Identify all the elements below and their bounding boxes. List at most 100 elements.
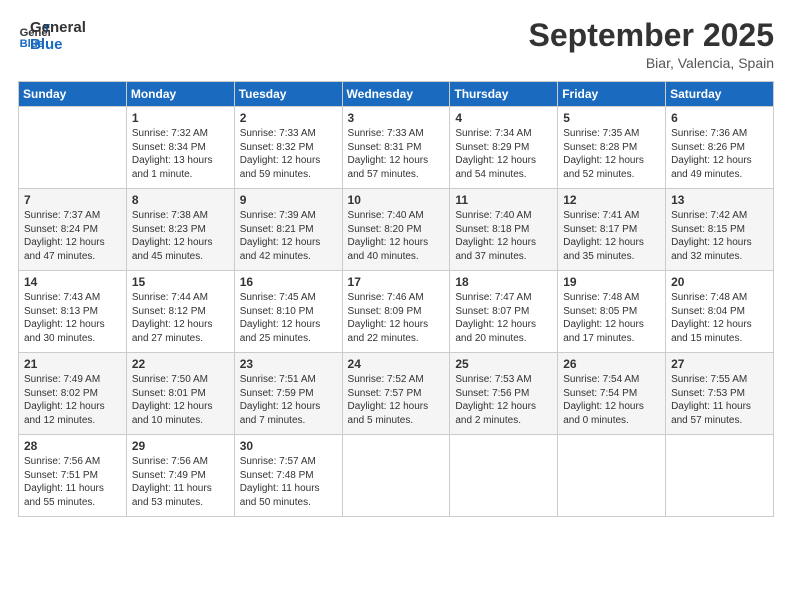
calendar-cell: 28 Sunrise: 7:56 AM Sunset: 7:51 PM Dayli… — [19, 435, 127, 517]
day-number: 10 — [348, 193, 445, 207]
logo-general: General — [30, 20, 86, 37]
calendar-cell — [450, 435, 558, 517]
day-number: 7 — [24, 193, 121, 207]
calendar-cell — [342, 435, 450, 517]
day-number: 30 — [240, 439, 337, 453]
day-number: 24 — [348, 357, 445, 371]
calendar-cell: 11 Sunrise: 7:40 AM Sunset: 8:18 PM Dayli… — [450, 189, 558, 271]
col-header-saturday: Saturday — [666, 82, 774, 107]
day-info: Sunrise: 7:56 AM Sunset: 7:49 PM Dayligh… — [132, 455, 229, 509]
calendar-cell: 5 Sunrise: 7:35 AM Sunset: 8:28 PM Daylig… — [558, 107, 666, 189]
title-block: September 2025 Biar, Valencia, Spain — [529, 18, 774, 71]
day-number: 21 — [24, 357, 121, 371]
day-number: 25 — [455, 357, 552, 371]
day-number: 22 — [132, 357, 229, 371]
day-number: 3 — [348, 111, 445, 125]
calendar-cell: 30 Sunrise: 7:57 AM Sunset: 7:48 PM Dayli… — [234, 435, 342, 517]
calendar-cell — [666, 435, 774, 517]
col-header-thursday: Thursday — [450, 82, 558, 107]
day-info: Sunrise: 7:36 AM Sunset: 8:26 PM Dayligh… — [671, 127, 768, 181]
day-number: 11 — [455, 193, 552, 207]
day-number: 19 — [563, 275, 660, 289]
calendar-cell: 2 Sunrise: 7:33 AM Sunset: 8:32 PM Daylig… — [234, 107, 342, 189]
day-info: Sunrise: 7:38 AM Sunset: 8:23 PM Dayligh… — [132, 209, 229, 263]
calendar-cell — [558, 435, 666, 517]
day-number: 15 — [132, 275, 229, 289]
day-number: 18 — [455, 275, 552, 289]
day-number: 4 — [455, 111, 552, 125]
day-number: 16 — [240, 275, 337, 289]
col-header-sunday: Sunday — [19, 82, 127, 107]
month-title: September 2025 — [529, 18, 774, 53]
day-info: Sunrise: 7:35 AM Sunset: 8:28 PM Dayligh… — [563, 127, 660, 181]
calendar-table: SundayMondayTuesdayWednesdayThursdayFrid… — [18, 81, 774, 517]
day-info: Sunrise: 7:40 AM Sunset: 8:20 PM Dayligh… — [348, 209, 445, 263]
calendar-cell: 4 Sunrise: 7:34 AM Sunset: 8:29 PM Daylig… — [450, 107, 558, 189]
day-info: Sunrise: 7:33 AM Sunset: 8:32 PM Dayligh… — [240, 127, 337, 181]
calendar-cell: 13 Sunrise: 7:42 AM Sunset: 8:15 PM Dayli… — [666, 189, 774, 271]
day-info: Sunrise: 7:48 AM Sunset: 8:04 PM Dayligh… — [671, 291, 768, 345]
day-number: 5 — [563, 111, 660, 125]
calendar-header-row: SundayMondayTuesdayWednesdayThursdayFrid… — [19, 82, 774, 107]
day-info: Sunrise: 7:54 AM Sunset: 7:54 PM Dayligh… — [563, 373, 660, 427]
day-number: 17 — [348, 275, 445, 289]
calendar-cell: 14Sunrise: 7:43 AM Sunset: 8:13 PM Dayli… — [19, 271, 127, 353]
calendar-week-2: 14Sunrise: 7:43 AM Sunset: 8:13 PM Dayli… — [19, 271, 774, 353]
day-info: Sunrise: 7:45 AM Sunset: 8:10 PM Dayligh… — [240, 291, 337, 345]
day-info: Sunrise: 7:50 AM Sunset: 8:01 PM Dayligh… — [132, 373, 229, 427]
calendar-cell: 7 Sunrise: 7:37 AM Sunset: 8:24 PM Daylig… — [19, 189, 127, 271]
col-header-monday: Monday — [126, 82, 234, 107]
day-number: 8 — [132, 193, 229, 207]
day-number: 29 — [132, 439, 229, 453]
day-info: Sunrise: 7:56 AM Sunset: 7:51 PM Dayligh… — [24, 455, 121, 509]
page-header: General Blue General Blue September 2025… — [18, 18, 774, 71]
day-number: 27 — [671, 357, 768, 371]
calendar-cell: 12 Sunrise: 7:41 AM Sunset: 8:17 PM Dayli… — [558, 189, 666, 271]
calendar-cell: 21Sunrise: 7:49 AM Sunset: 8:02 PM Dayli… — [19, 353, 127, 435]
calendar-cell: 23 Sunrise: 7:51 AM Sunset: 7:59 PM Dayli… — [234, 353, 342, 435]
calendar-cell: 15 Sunrise: 7:44 AM Sunset: 8:12 PM Dayli… — [126, 271, 234, 353]
day-number: 2 — [240, 111, 337, 125]
calendar-cell: 22 Sunrise: 7:50 AM Sunset: 8:01 PM Dayli… — [126, 353, 234, 435]
day-number: 6 — [671, 111, 768, 125]
day-number: 26 — [563, 357, 660, 371]
calendar-cell: 9Sunrise: 7:39 AM Sunset: 8:21 PM Daylig… — [234, 189, 342, 271]
day-info: Sunrise: 7:47 AM Sunset: 8:07 PM Dayligh… — [455, 291, 552, 345]
col-header-friday: Friday — [558, 82, 666, 107]
day-number: 13 — [671, 193, 768, 207]
calendar-cell: 8 Sunrise: 7:38 AM Sunset: 8:23 PM Daylig… — [126, 189, 234, 271]
calendar-week-4: 28 Sunrise: 7:56 AM Sunset: 7:51 PM Dayli… — [19, 435, 774, 517]
day-number: 14 — [24, 275, 121, 289]
day-info: Sunrise: 7:48 AM Sunset: 8:05 PM Dayligh… — [563, 291, 660, 345]
calendar-cell: 16 Sunrise: 7:45 AM Sunset: 8:10 PM Dayli… — [234, 271, 342, 353]
calendar-cell: 24 Sunrise: 7:52 AM Sunset: 7:57 PM Dayli… — [342, 353, 450, 435]
col-header-tuesday: Tuesday — [234, 82, 342, 107]
calendar-cell: 27Sunrise: 7:55 AM Sunset: 7:53 PM Dayli… — [666, 353, 774, 435]
day-info: Sunrise: 7:52 AM Sunset: 7:57 PM Dayligh… — [348, 373, 445, 427]
day-info: Sunrise: 7:40 AM Sunset: 8:18 PM Dayligh… — [455, 209, 552, 263]
day-info: Sunrise: 7:34 AM Sunset: 8:29 PM Dayligh… — [455, 127, 552, 181]
calendar-cell: 26 Sunrise: 7:54 AM Sunset: 7:54 PM Dayli… — [558, 353, 666, 435]
day-info: Sunrise: 7:37 AM Sunset: 8:24 PM Dayligh… — [24, 209, 121, 263]
day-number: 12 — [563, 193, 660, 207]
day-info: Sunrise: 7:57 AM Sunset: 7:48 PM Dayligh… — [240, 455, 337, 509]
day-info: Sunrise: 7:44 AM Sunset: 8:12 PM Dayligh… — [132, 291, 229, 345]
calendar-cell: 18 Sunrise: 7:47 AM Sunset: 8:07 PM Dayli… — [450, 271, 558, 353]
calendar-week-3: 21Sunrise: 7:49 AM Sunset: 8:02 PM Dayli… — [19, 353, 774, 435]
day-info: Sunrise: 7:46 AM Sunset: 8:09 PM Dayligh… — [348, 291, 445, 345]
day-number: 28 — [24, 439, 121, 453]
day-info: Sunrise: 7:33 AM Sunset: 8:31 PM Dayligh… — [348, 127, 445, 181]
day-info: Sunrise: 7:42 AM Sunset: 8:15 PM Dayligh… — [671, 209, 768, 263]
calendar-cell: 3 Sunrise: 7:33 AM Sunset: 8:31 PM Daylig… — [342, 107, 450, 189]
day-number: 23 — [240, 357, 337, 371]
calendar-cell: 29 Sunrise: 7:56 AM Sunset: 7:49 PM Dayli… — [126, 435, 234, 517]
col-header-wednesday: Wednesday — [342, 82, 450, 107]
day-info: Sunrise: 7:41 AM Sunset: 8:17 PM Dayligh… — [563, 209, 660, 263]
calendar-cell: 17 Sunrise: 7:46 AM Sunset: 8:09 PM Dayli… — [342, 271, 450, 353]
calendar-cell: 10 Sunrise: 7:40 AM Sunset: 8:20 PM Dayli… — [342, 189, 450, 271]
day-info: Sunrise: 7:51 AM Sunset: 7:59 PM Dayligh… — [240, 373, 337, 427]
calendar-cell: 25Sunrise: 7:53 AM Sunset: 7:56 PM Dayli… — [450, 353, 558, 435]
logo: General Blue General Blue — [18, 18, 86, 53]
day-number: 9 — [240, 193, 337, 207]
calendar-cell: 1Sunrise: 7:32 AM Sunset: 8:34 PM Daylig… — [126, 107, 234, 189]
